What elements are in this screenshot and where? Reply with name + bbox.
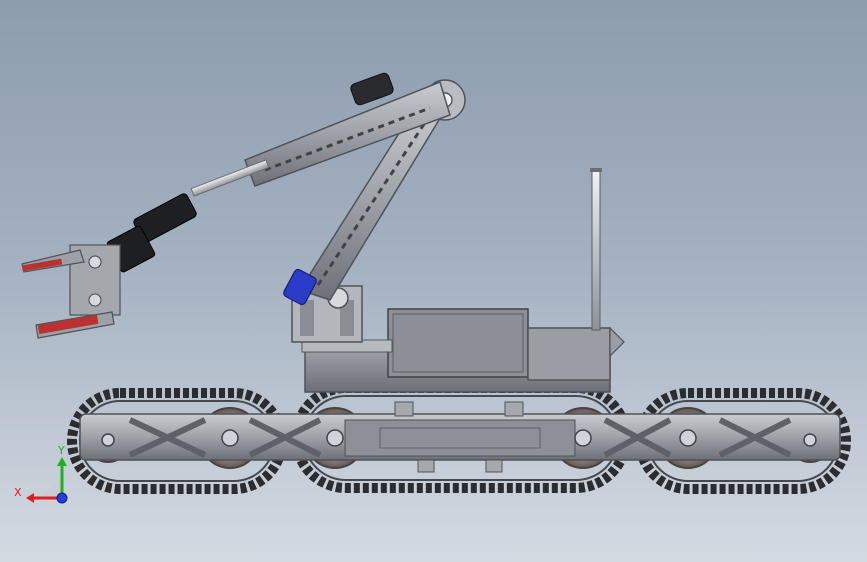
gripper — [21, 244, 121, 339]
x-axis-label: X — [14, 486, 22, 499]
wheel-hub — [101, 433, 115, 447]
arm-motor — [350, 72, 394, 106]
antenna — [591, 169, 601, 331]
robot-assembly-model[interactable]: X Y — [0, 0, 867, 562]
y-axis-label: Y — [57, 444, 65, 457]
cad-viewport[interactable]: X Y — [0, 0, 867, 562]
side-frame — [79, 401, 841, 473]
wheel-hub — [803, 433, 817, 447]
wheel-hub — [574, 429, 592, 447]
hull-rear-box — [527, 327, 611, 381]
coordinate-triad: X Y — [14, 444, 68, 504]
hull-upper — [387, 308, 529, 378]
z-axis-dot-icon — [56, 492, 68, 504]
chassis-body — [301, 168, 625, 393]
manipulator-arm — [21, 72, 466, 343]
wheel-hub — [679, 429, 697, 447]
wheel-hub — [221, 429, 239, 447]
wheel-hub — [326, 429, 344, 447]
